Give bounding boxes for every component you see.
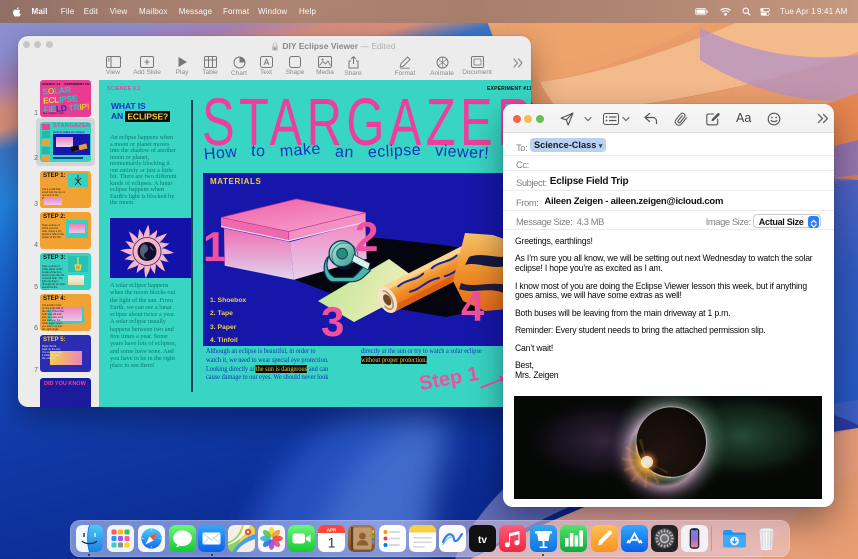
svg-text:2: 2 (355, 213, 378, 260)
svg-text:1: 1 (203, 223, 226, 270)
svg-text:1: 1 (328, 535, 336, 551)
svg-text:APR: APR (327, 528, 337, 533)
svg-text:tv: tv (478, 535, 487, 546)
svg-text:3: 3 (321, 298, 344, 345)
svg-text:4: 4 (461, 283, 485, 330)
